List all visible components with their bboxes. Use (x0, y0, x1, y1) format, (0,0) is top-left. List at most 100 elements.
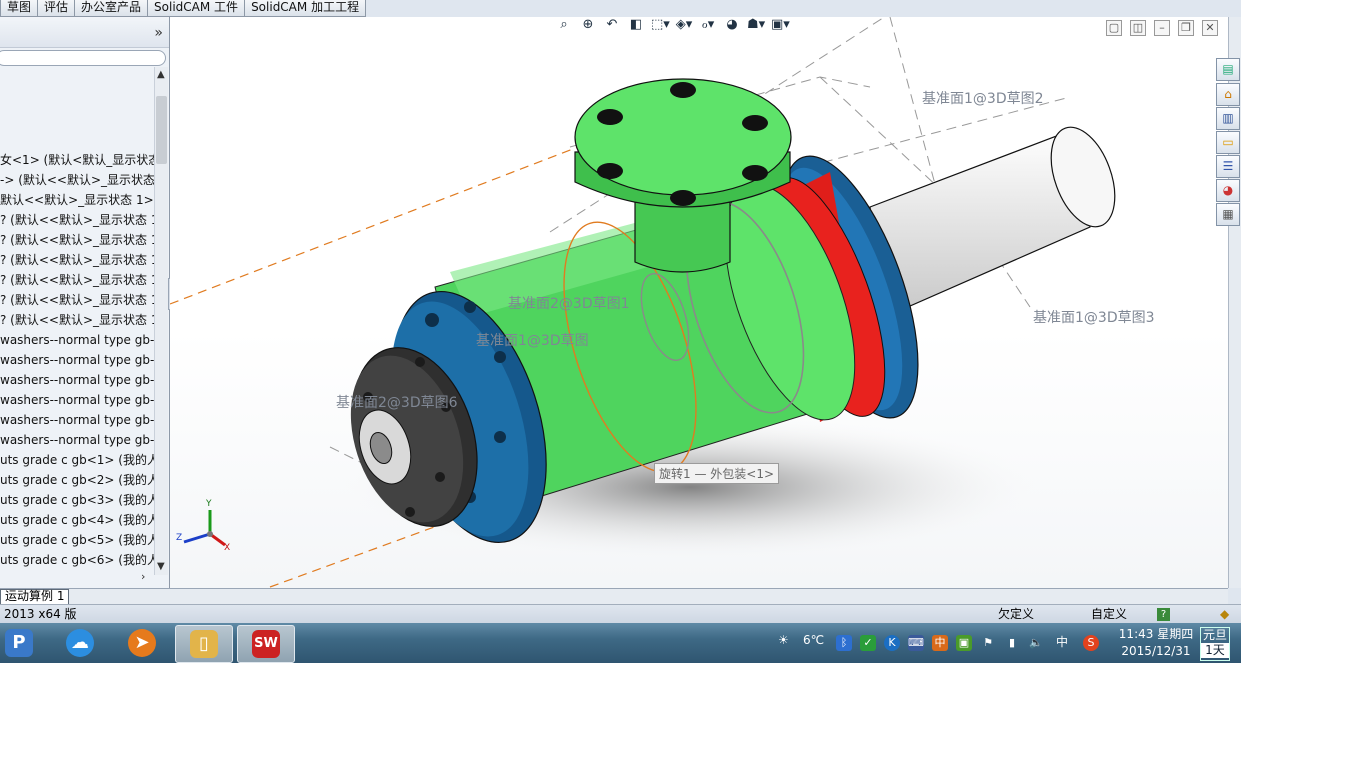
taskbar-app-thunder[interactable]: ➤ (114, 625, 170, 661)
shaft (869, 126, 1116, 318)
feature-tree: 女<1> (默认<默认_显示状态- -> (默认<<默认>_显示状态 默认<<默… (0, 150, 156, 570)
ime-indicator[interactable]: 中 (1056, 633, 1068, 650)
home-icon[interactable]: ⌂ (1216, 83, 1240, 106)
tab-motion-study[interactable]: 运动算例 1 (0, 589, 70, 605)
tree-item[interactable]: washers--normal type gb- (0, 410, 156, 430)
tab-solidcam-machining[interactable]: SolidCAM 加工工程 (244, 0, 367, 17)
tree-item[interactable]: ? (默认<<默认>_显示状态 1: (0, 210, 156, 230)
tree-item[interactable]: uts grade c gb<4> (我的人- (0, 510, 156, 530)
section-view-icon[interactable]: ◧ (627, 17, 645, 34)
zoom-to-fit-icon[interactable]: ⌕ (555, 17, 573, 34)
tree-item[interactable]: ? (默认<<默认>_显示状态 1: (0, 310, 156, 330)
appearance-icon[interactable]: ◕ (723, 17, 741, 34)
tab-solidcam-stock[interactable]: SolidCAM 工件 (147, 0, 246, 17)
tree-item[interactable]: uts grade c gb<1> (我的人- (0, 450, 156, 470)
weather-icon[interactable]: ☀ (778, 633, 789, 647)
tree-item[interactable]: ? (默认<<默认>_显示状态 1: (0, 270, 156, 290)
restore-icon[interactable]: ❐ (1178, 20, 1194, 36)
system-clock[interactable]: 11:43 星期四 2015/12/31 (1112, 626, 1200, 660)
graphics-viewport[interactable]: Y X Z ⌕ ⊕ ↶ ◧ ⬚▾ ◈▾ ℴ▾ ◕ ☗▾ ▣▾ ▢ ◫ – ❐ ✕… (170, 17, 1228, 588)
custom-properties-icon[interactable]: ▦ (1216, 203, 1240, 226)
tree-item[interactable]: washers--normal type gb- (0, 330, 156, 350)
tree-item[interactable]: uts grade c gb<6> (我的人- (0, 550, 156, 570)
scroll-down-icon[interactable]: ▼ (157, 561, 165, 572)
tile-icon[interactable]: ▢ (1106, 20, 1122, 36)
version-text: 2013 x64 版 (4, 607, 77, 621)
weather-temperature[interactable]: 6℃ (803, 633, 824, 647)
flag-icon[interactable]: ⚑ (980, 635, 996, 651)
tree-item[interactable]: ? (默认<<默认>_显示状态 1: (0, 290, 156, 310)
tree-item[interactable]: ? (默认<<默认>_显示状态 1: (0, 250, 156, 270)
holiday-days: 1天 (1201, 643, 1229, 658)
previous-view-icon[interactable]: ↶ (603, 17, 621, 34)
taskbar-app-cloud[interactable]: ☁ (52, 625, 108, 661)
model-view (170, 17, 1116, 588)
volume-icon[interactable]: 🔈 (1028, 635, 1044, 651)
tree-item[interactable]: -> (默认<<默认>_显示状态 (0, 170, 156, 190)
sketch-label[interactable]: 基准面2@3D草图1 (508, 293, 630, 313)
zoom-to-area-icon[interactable]: ⊕ (579, 17, 597, 34)
feature-manager-panel: » 女<1> (默认<默认_显示状态- -> (默认<<默认>_显示状态 默认<… (0, 17, 170, 604)
nvidia-icon[interactable]: ▣ (956, 635, 972, 651)
view-palette-icon[interactable]: ☰ (1216, 155, 1240, 178)
keyboard-icon[interactable]: ⌨ (908, 635, 924, 651)
appearances-icon[interactable]: ◕ (1216, 179, 1240, 202)
sketch-label[interactable]: 基准面1@3D草图2 (922, 88, 1044, 108)
tree-scrollbar[interactable]: ▲ ▼ (154, 67, 168, 575)
tree-item[interactable]: uts grade c gb<5> (我的人- (0, 530, 156, 550)
tree-item[interactable]: washers--normal type gb- (0, 390, 156, 410)
tree-item[interactable]: 默认<<默认>_显示状态 1>) (0, 190, 156, 210)
view-settings-icon[interactable]: ▣▾ (771, 17, 790, 34)
minimize-icon[interactable]: – (1154, 20, 1170, 36)
help-icon[interactable]: ? (1157, 608, 1170, 621)
holiday-calendar-widget[interactable]: 元旦 1天 (1200, 627, 1230, 661)
triad-x-label: X (224, 543, 231, 553)
heads-up-toolbar: ⌕ ⊕ ↶ ◧ ⬚▾ ◈▾ ℴ▾ ◕ ☗▾ ▣▾ (555, 17, 789, 34)
clock-time: 11:43 星期四 (1118, 627, 1194, 641)
tree-item[interactable]: washers--normal type gb- (0, 430, 156, 450)
feature-filter-input[interactable] (0, 50, 166, 66)
expand-panel-button[interactable]: » (154, 25, 163, 41)
tree-item[interactable]: uts grade c gb<3> (我的人- (0, 490, 156, 510)
tree-item[interactable]: uts grade c gb<2> (我的人- (0, 470, 156, 490)
hide-show-icon[interactable]: ℴ▾ (699, 17, 717, 34)
taskbar-app-explorer[interactable]: ▯ (175, 625, 233, 663)
sketch-label[interactable]: 基准面1@3D草图3 (1033, 307, 1155, 327)
scroll-up-icon[interactable]: ▲ (157, 69, 165, 80)
sketch-label[interactable]: 基准面2@3D草图6 (336, 392, 458, 412)
scroll-right-icon[interactable]: › (141, 570, 145, 583)
cascade-icon[interactable]: ◫ (1130, 20, 1146, 36)
tag-icon[interactable]: ◆ (1220, 605, 1229, 624)
tab-office-products[interactable]: 办公室产品 (74, 0, 149, 17)
holiday-name: 元旦 (1202, 628, 1227, 642)
input-method-icon[interactable]: 中 (932, 635, 948, 651)
solidworks-resources-icon[interactable]: ▤ (1216, 58, 1240, 81)
k-icon[interactable]: K (884, 635, 900, 651)
taskbar-app-solidworks[interactable]: SW (237, 625, 295, 663)
tree-item[interactable]: washers--normal type gb- (0, 350, 156, 370)
tree-item[interactable]: washers--normal type gb- (0, 370, 156, 390)
solidworks-icon: SW (252, 630, 280, 658)
coordinate-triad (183, 510, 226, 547)
sogou-icon[interactable]: S (1083, 635, 1099, 651)
bluetooth-icon[interactable]: ᛒ (836, 635, 852, 651)
view-orientation-icon[interactable]: ⬚▾ (651, 17, 670, 34)
file-explorer-icon[interactable]: ▭ (1216, 131, 1240, 154)
design-library-icon[interactable]: ▥ (1216, 107, 1240, 130)
close-icon[interactable]: ✕ (1202, 20, 1218, 36)
tree-item[interactable]: 女<1> (默认<默认_显示状态- (0, 150, 156, 170)
sketch-label[interactable]: 基准面1@3D草图 (476, 330, 589, 350)
security-icon[interactable]: ✓ (860, 635, 876, 651)
units-selector[interactable]: 自定义 (1091, 605, 1127, 624)
tree-item[interactable]: ? (默认<<默认>_显示状态 1: (0, 230, 156, 250)
display-style-icon[interactable]: ◈▾ (675, 17, 693, 34)
scrollbar-thumb[interactable] (156, 96, 167, 164)
folder-icon: ▯ (190, 630, 218, 658)
tab-evaluate[interactable]: 评估 (37, 0, 76, 17)
network-icon[interactable]: ▮ (1004, 635, 1020, 651)
tab-sketch[interactable]: 草图 (0, 0, 39, 17)
taskbar-app-p[interactable]: P (0, 625, 47, 661)
selection-tooltip: 旋转1 — 外包装<1> (654, 463, 780, 484)
cloud-icon: ☁ (66, 629, 94, 657)
scene-icon[interactable]: ☗▾ (747, 17, 765, 34)
